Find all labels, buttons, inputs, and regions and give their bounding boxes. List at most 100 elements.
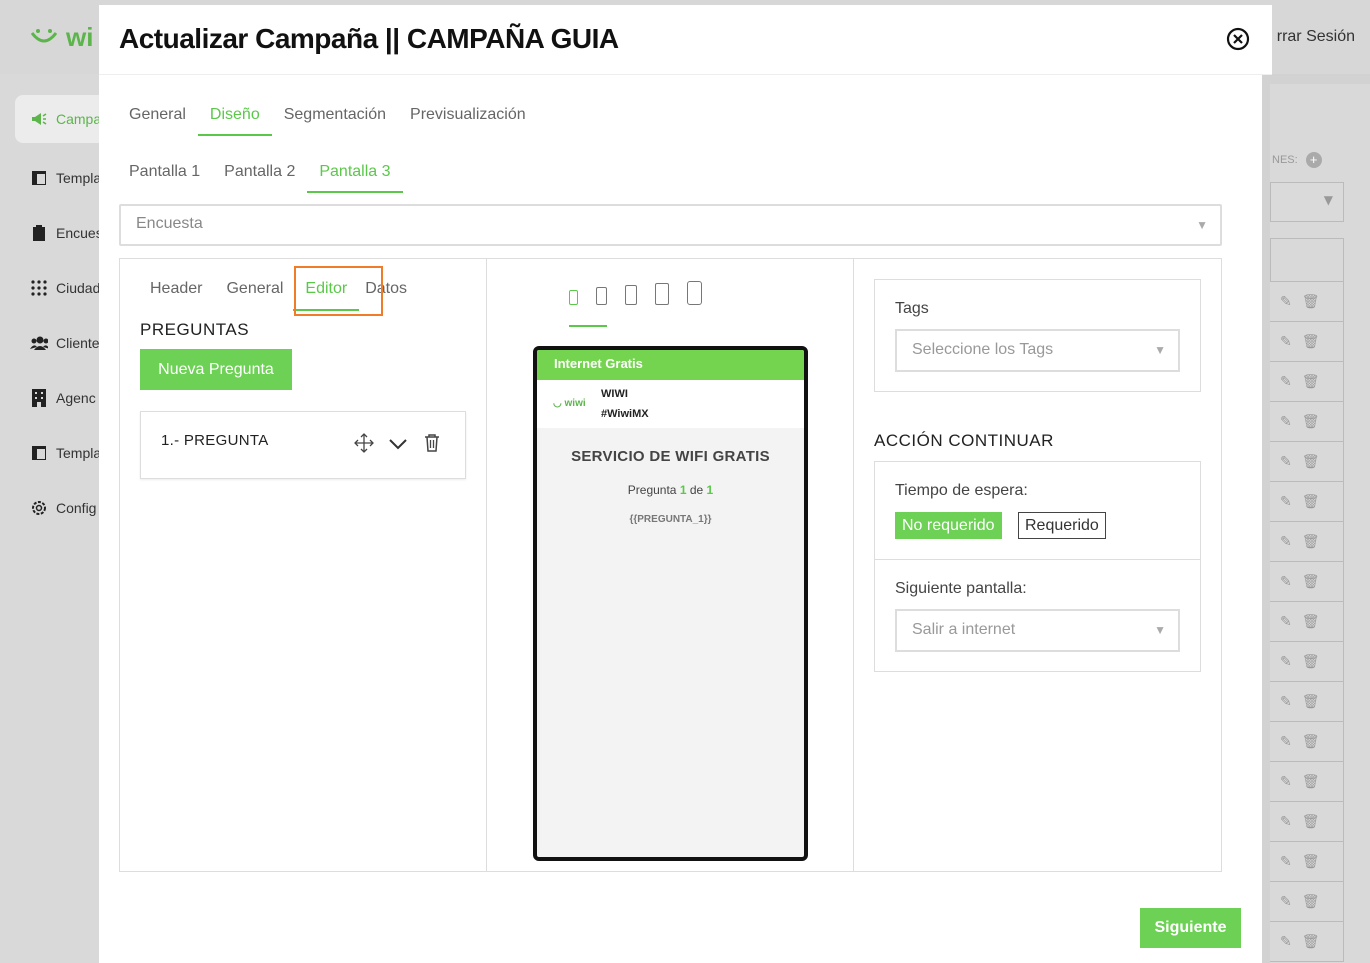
trash-icon[interactable]: 🗑: [1302, 574, 1320, 590]
background-table-row: ✎ 🗑: [1270, 882, 1344, 922]
new-question-button[interactable]: Nueva Pregunta: [140, 349, 292, 390]
trash-icon[interactable]: 🗑: [1302, 854, 1320, 870]
trash-icon[interactable]: 🗑: [1302, 694, 1320, 710]
editor-tab-highlight: [294, 266, 383, 316]
megaphone-icon: [30, 110, 48, 128]
logout-link[interactable]: rrar Sesión: [1277, 28, 1355, 46]
background-table-row: ✎ 🗑: [1270, 802, 1344, 842]
add-icon[interactable]: +: [1305, 152, 1322, 168]
preview-logo: ◡ wiwi: [553, 398, 586, 409]
device-phone-small-icon[interactable]: [569, 290, 578, 305]
screen-type-select[interactable]: Encuesta ▼: [119, 204, 1222, 246]
count-total: 1: [706, 483, 714, 497]
preview-brand: ◡ wiwi WIWI #WiwiMX: [537, 380, 804, 428]
continue-action-heading: ACCIÓN CONTINUAR: [874, 431, 1054, 450]
next-button[interactable]: Siguiente: [1140, 908, 1241, 948]
tab-general[interactable]: General: [117, 96, 198, 136]
trash-icon[interactable]: 🗑: [1302, 374, 1320, 390]
tab-header[interactable]: Header: [138, 269, 214, 311]
pencil-icon[interactable]: ✎: [1280, 374, 1292, 390]
background-rows: ✎ 🗑 ✎ 🗑 ✎ 🗑 ✎ 🗑 ✎ 🗑 ✎ 🗑 ✎ 🗑 ✎ 🗑 ✎ 🗑 ✎ 🗑 ✎ 🗑 ✎ 🗑 ✎ 🗑 ✎ 🗑 ✎ 🗑 ✎ 🗑 ✎ 🗑: [1270, 282, 1344, 962]
sidebar-item-label: Templa: [56, 169, 102, 186]
chevron-down-icon[interactable]: [387, 432, 409, 454]
preview-title: SERVICIO DE WIFI GRATIS: [571, 448, 770, 465]
device-phone-icon[interactable]: [596, 287, 607, 305]
modal-header: Actualizar Campaña || CAMPAÑA GUIA: [99, 5, 1272, 75]
tab-diseno[interactable]: Diseño: [197, 96, 272, 136]
trash-icon[interactable]: 🗑: [1302, 454, 1320, 470]
trash-icon[interactable]: 🗑: [1302, 534, 1320, 550]
trash-icon[interactable]: 🗑: [1302, 614, 1320, 630]
caret-down-icon: ▼: [1154, 623, 1166, 637]
caret-down-icon: ▼: [1196, 218, 1208, 232]
pencil-icon[interactable]: ✎: [1280, 494, 1292, 510]
device-tablet-icon[interactable]: [687, 281, 702, 305]
background-select[interactable]: [1270, 182, 1344, 222]
trash-icon[interactable]: 🗑: [1302, 654, 1320, 670]
trash-icon[interactable]: 🗑: [1302, 414, 1320, 430]
background-table-row: ✎ 🗑: [1270, 842, 1344, 882]
update-campaign-modal: Actualizar Campaña || CAMPAÑA GUIA Gener…: [99, 5, 1272, 963]
pencil-icon[interactable]: ✎: [1280, 334, 1292, 350]
background-table-row: ✎ 🗑: [1270, 762, 1344, 802]
app-logo: wi: [28, 22, 93, 53]
smile-logo-icon: [30, 28, 58, 42]
pencil-icon[interactable]: ✎: [1280, 574, 1292, 590]
preview-question-count: Pregunta 1 de 1: [537, 483, 804, 497]
question-item: 1.- PREGUNTA: [140, 411, 466, 479]
tab-segmentacion[interactable]: Segmentación: [272, 96, 398, 136]
question-label: 1.- PREGUNTA: [161, 432, 269, 449]
trash-icon[interactable]: 🗑: [1302, 934, 1320, 950]
next-screen-label: Siguiente pantalla:: [895, 580, 1027, 597]
trash-icon[interactable]: 🗑: [1302, 334, 1320, 350]
pencil-icon[interactable]: ✎: [1280, 814, 1292, 830]
device-phone-large-icon[interactable]: [655, 283, 669, 305]
pencil-icon[interactable]: ✎: [1280, 294, 1292, 310]
tab-pantalla-1[interactable]: Pantalla 1: [117, 153, 212, 193]
tab-previsualizacion[interactable]: Previsualización: [398, 96, 538, 136]
tab-pantalla-2[interactable]: Pantalla 2: [212, 153, 307, 193]
pencil-icon[interactable]: ✎: [1280, 654, 1292, 670]
close-icon[interactable]: [1226, 27, 1250, 51]
sidebar-item-label: Ciudad: [56, 279, 101, 296]
device-phone-medium-icon[interactable]: [625, 285, 637, 305]
tags-card: Tags Seleccione los Tags ▼: [874, 279, 1201, 392]
pencil-icon[interactable]: ✎: [1280, 694, 1292, 710]
move-icon[interactable]: [353, 432, 375, 454]
pencil-icon[interactable]: ✎: [1280, 934, 1292, 950]
trash-icon[interactable]: 🗑: [1302, 294, 1320, 310]
background-table-row: ✎ 🗑: [1270, 522, 1344, 562]
trash-icon[interactable]: 🗑: [1302, 734, 1320, 750]
tab-general-editor[interactable]: General: [214, 269, 287, 311]
pencil-icon[interactable]: ✎: [1280, 894, 1292, 910]
modal-title: Actualizar Campaña || CAMPAÑA GUIA: [119, 23, 619, 54]
pencil-icon[interactable]: ✎: [1280, 614, 1292, 630]
editor-panel: Header General Editor Datos PREGUNTAS Nu…: [119, 258, 1222, 872]
tags-select[interactable]: Seleccione los Tags ▼: [895, 329, 1180, 372]
pencil-icon[interactable]: ✎: [1280, 854, 1292, 870]
not-required-option[interactable]: No requerido: [895, 512, 1002, 539]
trash-icon[interactable]: [421, 432, 443, 454]
trash-icon[interactable]: 🗑: [1302, 894, 1320, 910]
tab-pantalla-3[interactable]: Pantalla 3: [307, 153, 403, 193]
preview-column: Internet Gratis ◡ wiwi WIWI #WiwiMX SERV…: [487, 259, 854, 871]
trash-icon[interactable]: 🗑: [1302, 494, 1320, 510]
pencil-icon[interactable]: ✎: [1280, 414, 1292, 430]
background-table-row: ✎ 🗑: [1270, 322, 1344, 362]
preview-logo-icon: ◡: [553, 398, 562, 409]
device-tabs: [569, 281, 702, 305]
pencil-icon[interactable]: ✎: [1280, 734, 1292, 750]
background-table: NES: + ✎🗑✎🗑✎🗑✎🗑✎🗑✎🗑✎🗑✎🗑✎🗑✎🗑✎🗑✎🗑✎🗑✎🗑✎🗑✎🗑✎…: [1262, 74, 1370, 963]
trash-icon[interactable]: 🗑: [1302, 774, 1320, 790]
background-table-row: ✎ 🗑: [1270, 602, 1344, 642]
required-option[interactable]: Requerido: [1018, 512, 1106, 539]
background-table-row: ✎ 🗑: [1270, 282, 1344, 322]
sidebar-item-label: Agenc: [56, 389, 96, 406]
next-screen-select[interactable]: Salir a internet ▼: [895, 609, 1180, 652]
pencil-icon[interactable]: ✎: [1280, 534, 1292, 550]
background-table-row: ✎ 🗑: [1270, 362, 1344, 402]
trash-icon[interactable]: 🗑: [1302, 814, 1320, 830]
question-actions: [353, 432, 443, 454]
pencil-icon[interactable]: ✎: [1280, 454, 1292, 470]
pencil-icon[interactable]: ✎: [1280, 774, 1292, 790]
